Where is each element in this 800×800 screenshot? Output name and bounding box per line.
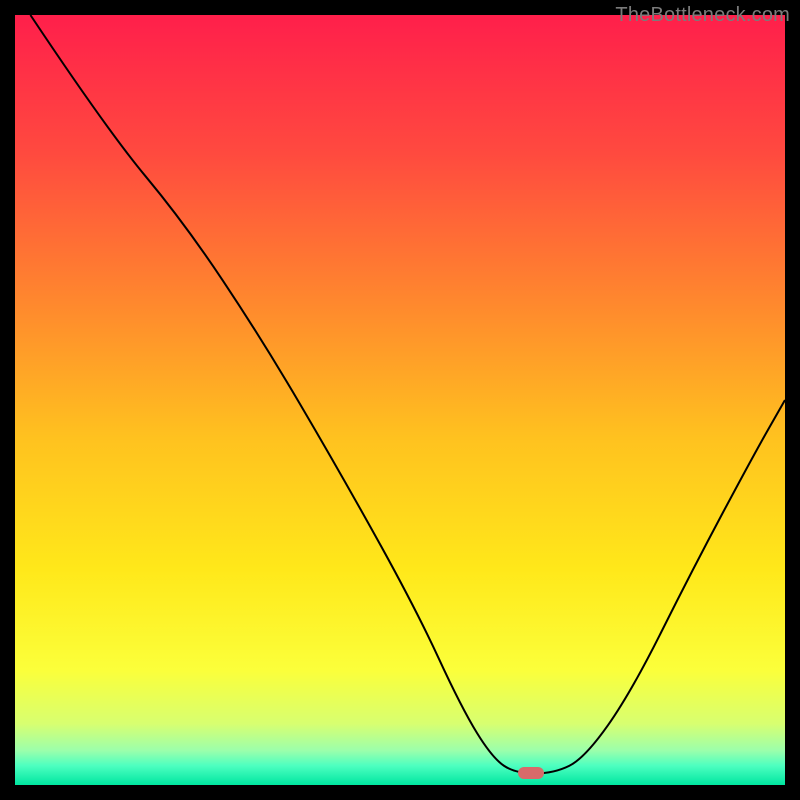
optimal-marker (518, 767, 544, 779)
bottleneck-curve (30, 15, 785, 773)
curve-layer (15, 15, 785, 785)
chart-frame: TheBottleneck.com (0, 0, 800, 800)
plot-area (15, 15, 785, 785)
watermark-text: TheBottleneck.com (615, 4, 790, 27)
